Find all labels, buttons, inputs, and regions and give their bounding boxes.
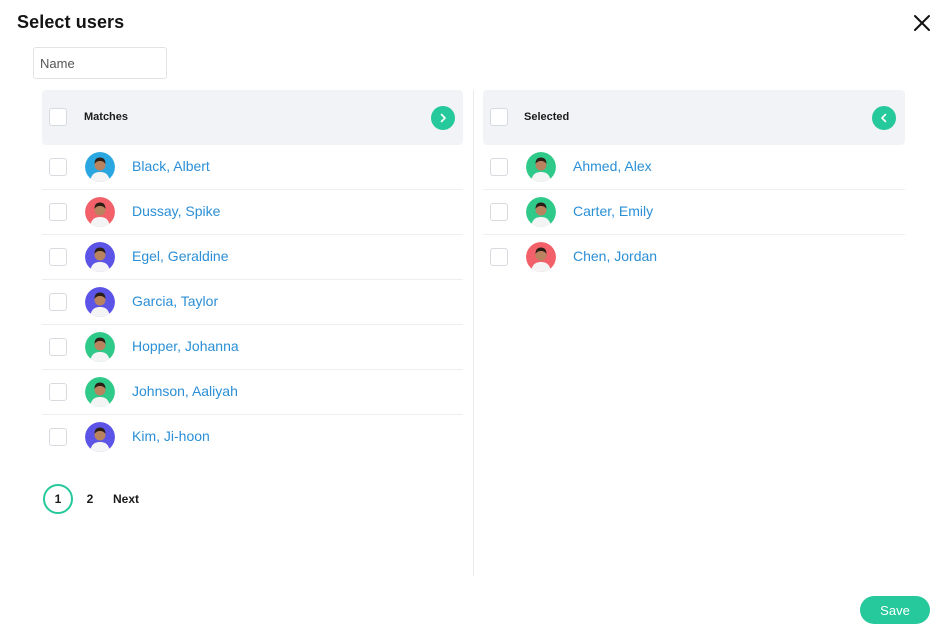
- avatar: [526, 197, 556, 227]
- selected-row[interactable]: Chen, Jordan: [483, 235, 905, 280]
- next-page-link[interactable]: Next: [113, 492, 139, 506]
- selected-row[interactable]: Carter, Emily: [483, 190, 905, 235]
- close-icon[interactable]: [910, 11, 934, 35]
- match-row[interactable]: Egel, Geraldine: [42, 235, 463, 280]
- select-all-matches-checkbox[interactable]: [49, 108, 67, 126]
- matches-list: Black, Albert Dussay, Spike Egel, Geraldin…: [42, 145, 463, 460]
- chevron-left-icon: [881, 113, 887, 123]
- selected-list: Ahmed, Alex Carter, Emily Chen, Jordan: [483, 145, 905, 280]
- match-row-checkbox[interactable]: [49, 428, 67, 446]
- selected-panel: Selected Ahmed, Alex Carter, Emily Chen, J…: [483, 90, 905, 280]
- pagination: 1 2 Next: [43, 484, 139, 514]
- selected-row-checkbox[interactable]: [490, 248, 508, 266]
- name-search-input[interactable]: [33, 47, 167, 79]
- avatar: [85, 332, 115, 362]
- match-row[interactable]: Garcia, Taylor: [42, 280, 463, 325]
- selected-row[interactable]: Ahmed, Alex: [483, 145, 905, 190]
- match-user-name[interactable]: Kim, Ji-hoon: [132, 428, 210, 444]
- avatar: [85, 197, 115, 227]
- selected-user-name[interactable]: Ahmed, Alex: [573, 158, 652, 174]
- match-row[interactable]: Hopper, Johanna: [42, 325, 463, 370]
- match-user-name[interactable]: Hopper, Johanna: [132, 338, 239, 354]
- selected-header-label: Selected: [524, 111, 570, 123]
- avatar: [85, 422, 115, 452]
- page-1-button[interactable]: 1: [43, 484, 73, 514]
- panel-divider: [473, 90, 474, 576]
- select-all-selected-checkbox[interactable]: [490, 108, 508, 126]
- match-row-checkbox[interactable]: [49, 293, 67, 311]
- select-users-dialog: Select users Matches Black, Albert Dussay…: [0, 0, 946, 643]
- match-row[interactable]: Johnson, Aaliyah: [42, 370, 463, 415]
- match-row-checkbox[interactable]: [49, 248, 67, 266]
- avatar: [526, 152, 556, 182]
- move-to-selected-button[interactable]: [431, 106, 455, 130]
- matches-header-label: Matches: [84, 111, 129, 123]
- avatar: [85, 377, 115, 407]
- match-user-name[interactable]: Johnson, Aaliyah: [132, 383, 238, 399]
- chevron-right-icon: [440, 113, 446, 123]
- selected-user-name[interactable]: Carter, Emily: [573, 203, 653, 219]
- match-user-name[interactable]: Garcia, Taylor: [132, 293, 218, 309]
- match-user-name[interactable]: Black, Albert: [132, 158, 210, 174]
- match-row-checkbox[interactable]: [49, 203, 67, 221]
- match-user-name[interactable]: Dussay, Spike: [132, 203, 220, 219]
- selected-header: Selected: [483, 90, 905, 145]
- match-row-checkbox[interactable]: [49, 383, 67, 401]
- avatar: [85, 242, 115, 272]
- match-row[interactable]: Black, Albert: [42, 145, 463, 190]
- selected-user-name[interactable]: Chen, Jordan: [573, 248, 657, 264]
- match-row[interactable]: Dussay, Spike: [42, 190, 463, 235]
- selected-row-checkbox[interactable]: [490, 158, 508, 176]
- match-row-checkbox[interactable]: [49, 338, 67, 356]
- avatar: [85, 152, 115, 182]
- move-to-matches-button[interactable]: [872, 106, 896, 130]
- save-button[interactable]: Save: [860, 596, 930, 624]
- match-user-name[interactable]: Egel, Geraldine: [132, 248, 229, 264]
- avatar: [85, 287, 115, 317]
- match-row-checkbox[interactable]: [49, 158, 67, 176]
- matches-panel: Matches Black, Albert Dussay, Spike Egel, …: [42, 90, 463, 460]
- avatar: [526, 242, 556, 272]
- page-2-button[interactable]: 2: [75, 485, 105, 513]
- selected-row-checkbox[interactable]: [490, 203, 508, 221]
- match-row[interactable]: Kim, Ji-hoon: [42, 415, 463, 460]
- matches-header: Matches: [42, 90, 463, 145]
- dialog-title: Select users: [17, 12, 125, 32]
